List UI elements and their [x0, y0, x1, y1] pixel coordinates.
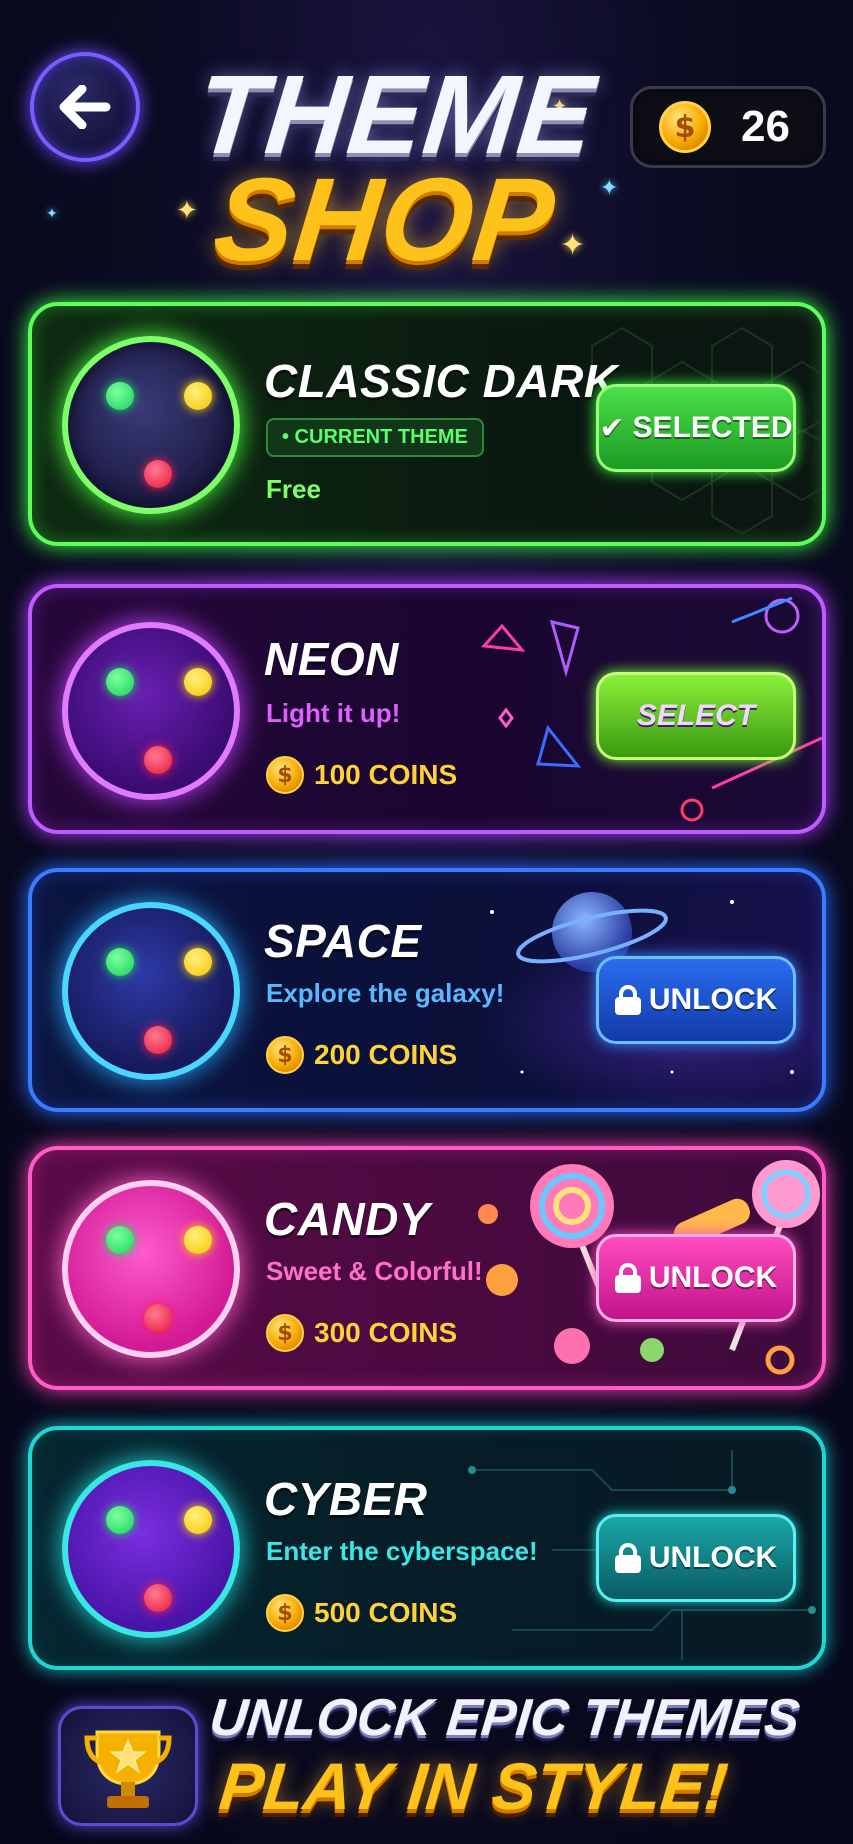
unlock-button[interactable]: UNLOCK — [596, 1514, 796, 1602]
price-label: 100 COINS — [314, 759, 458, 790]
red-dot — [144, 1584, 172, 1612]
coin-icon: $ — [266, 1314, 304, 1352]
green-dot — [106, 668, 134, 696]
theme-name: SPACE — [264, 915, 422, 967]
theme-subtitle: Light it up! — [266, 698, 401, 728]
theme-preview-orb — [62, 1180, 240, 1358]
unlock-button[interactable]: UNLOCK — [596, 956, 796, 1044]
green-dot — [106, 382, 134, 410]
theme-price: $ 500 COINS — [266, 1594, 457, 1632]
current-theme-badge: • CURRENT THEME — [266, 418, 484, 457]
coin-icon: $ — [659, 101, 711, 153]
unlock-button-label: UNLOCK — [648, 1541, 778, 1574]
coin-icon: $ — [266, 1594, 304, 1632]
theme-card-candy[interactable]: CANDY Sweet & Colorful! $ 300 COINS UNLO… — [28, 1146, 826, 1390]
lock-icon — [614, 1263, 641, 1293]
green-dot — [106, 1506, 134, 1534]
green-dot — [106, 948, 134, 976]
theme-preview-orb — [62, 902, 240, 1080]
theme-card-neon[interactable]: NEON Light it up! $ 100 COINS SELECT — [28, 584, 826, 834]
yellow-dot — [184, 1506, 212, 1534]
yellow-dot — [184, 948, 212, 976]
coin-icon: $ — [266, 1036, 304, 1074]
theme-price: $ 100 COINS — [266, 756, 457, 794]
theme-price: $ 200 COINS — [266, 1036, 457, 1074]
theme-subtitle: Explore the galaxy! — [266, 978, 505, 1008]
title-line-2: SHOP — [208, 154, 561, 287]
sparkle-icon: ✦ — [600, 176, 619, 201]
page-title: THEME SHOP — [179, 52, 602, 287]
red-dot — [144, 1026, 172, 1054]
theme-card-classic-dark[interactable]: CLASSIC DARK • CURRENT THEME Free ✔ SELE… — [28, 302, 826, 546]
red-dot — [144, 460, 172, 488]
theme-name: NEON — [264, 633, 399, 685]
yellow-dot — [184, 382, 212, 410]
theme-preview-orb — [62, 336, 240, 514]
theme-name: CYBER — [264, 1473, 428, 1525]
theme-card-cyber[interactable]: CYBER Enter the cyberspace! $ 500 COINS … — [28, 1426, 826, 1670]
theme-preview-orb — [62, 1460, 240, 1638]
unlock-button[interactable]: UNLOCK — [596, 1234, 796, 1322]
yellow-dot — [184, 1226, 212, 1254]
yellow-dot — [184, 668, 212, 696]
check-icon: ✔ — [599, 410, 625, 446]
red-dot — [144, 1304, 172, 1332]
theme-subtitle: Enter the cyberspace! — [266, 1536, 538, 1566]
lock-icon — [614, 1543, 641, 1573]
unlock-button-label: UNLOCK — [648, 983, 778, 1016]
sparkle-icon: ✦ — [46, 206, 58, 222]
selected-button[interactable]: ✔ SELECTED — [596, 384, 796, 472]
trophy-star-icon — [58, 1706, 198, 1826]
selected-button-label: SELECTED — [632, 411, 793, 444]
theme-card-space[interactable]: SPACE Explore the galaxy! $ 200 COINS UN… — [28, 868, 826, 1112]
theme-subtitle: Sweet & Colorful! — [266, 1256, 483, 1286]
select-button[interactable]: SELECT — [596, 672, 796, 760]
promo-line-2: PLAY IN STYLE! — [216, 1749, 732, 1823]
back-button[interactable] — [30, 52, 140, 162]
promo-banner: UNLOCK EPIC THEMES PLAY IN STYLE! — [50, 1684, 810, 1834]
coin-icon: $ — [266, 756, 304, 794]
coin-balance-value: 26 — [741, 102, 790, 151]
title-line-1: THEME — [190, 52, 601, 177]
green-dot — [106, 1226, 134, 1254]
price-label: 300 COINS — [314, 1317, 458, 1348]
arrow-left-icon — [59, 85, 111, 129]
price-label: 500 COINS — [314, 1597, 458, 1628]
coin-balance: $ 26 — [630, 86, 826, 168]
promo-line-1: UNLOCK EPIC THEMES — [206, 1689, 803, 1747]
theme-price: $ 300 COINS — [266, 1314, 457, 1352]
red-dot — [144, 746, 172, 774]
theme-name: CANDY — [264, 1193, 431, 1245]
price-label: 200 COINS — [314, 1039, 458, 1070]
theme-name: CLASSIC DARK — [264, 355, 618, 407]
theme-preview-orb — [62, 622, 240, 800]
theme-price: Free — [266, 474, 321, 504]
unlock-button-label: UNLOCK — [648, 1261, 778, 1294]
lock-icon — [614, 985, 641, 1015]
